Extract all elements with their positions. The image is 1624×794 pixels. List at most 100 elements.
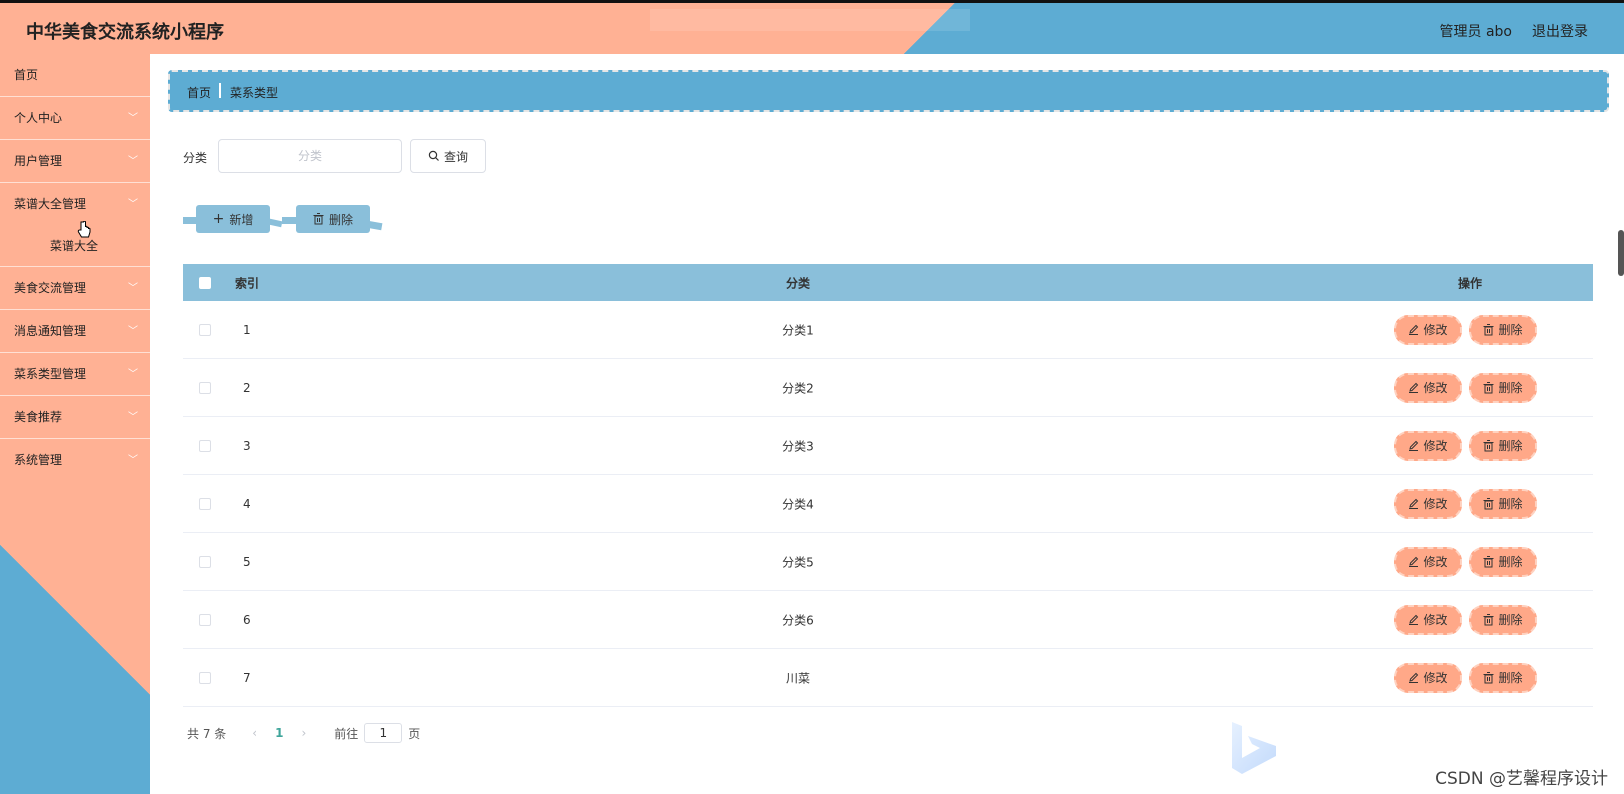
chevron-down-icon: ﹀ [128, 326, 138, 337]
trash-icon [1483, 323, 1494, 335]
sidebar-item-label: 菜系类型管理 [14, 367, 87, 381]
table-row: 6 分类6 修改 删除 [183, 591, 1593, 649]
sidebar-item-label: 用户管理 [14, 154, 63, 168]
page-number[interactable]: 1 [275, 726, 283, 740]
header-decoration [650, 9, 970, 31]
sidebar-item-label: 菜谱大全管理 [14, 197, 87, 211]
table-header: 索引 分类 操作 [183, 264, 1593, 301]
sidebar-item-food-recommend[interactable]: 美食推荐 ﹀ [0, 396, 150, 439]
hand-cursor-icon [77, 221, 91, 238]
delete-button[interactable]: 删除 [1469, 488, 1537, 519]
sidebar-item-label: 美食交流管理 [14, 281, 87, 295]
search-label: 分类 [183, 151, 208, 165]
delete-button-label: 删除 [1498, 555, 1523, 569]
trash-icon [1483, 613, 1494, 625]
pencil-icon [1409, 672, 1419, 683]
pagination-total: 共 7 条 [187, 726, 227, 741]
batch-delete-button[interactable]: 删除 [296, 205, 370, 233]
delete-button[interactable]: 删除 [1469, 372, 1537, 403]
query-button[interactable]: 查询 [410, 139, 486, 173]
delete-button[interactable]: 删除 [1469, 314, 1537, 345]
sidebar-item-cuisine-types[interactable]: 菜系类型管理 ﹀ [0, 353, 150, 396]
logout-link[interactable]: 退出登录 [1532, 21, 1588, 41]
row-category: 分类3 [782, 439, 814, 453]
trash-icon [313, 213, 324, 225]
sidebar-item-home[interactable]: 首页 [0, 54, 150, 97]
sidebar-subitem-recipes[interactable]: 菜谱大全 [0, 226, 150, 267]
sidebar: 首页 个人中心 ﹀ 用户管理 ﹀ 菜谱大全管理 ﹀ 菜谱大全 美食交流管理 ﹀ 消息通知… [0, 54, 150, 794]
trash-icon [1483, 555, 1494, 567]
scrollbar-thumb[interactable] [1618, 230, 1624, 276]
sidebar-item-personal-center[interactable]: 个人中心 ﹀ [0, 97, 150, 140]
pagination: 共 7 条 ‹ 1 › 前往 页 [187, 722, 420, 744]
edit-button-label: 修改 [1423, 323, 1448, 337]
trash-icon [1483, 671, 1494, 683]
edit-button[interactable]: 修改 [1394, 604, 1462, 635]
table-row: 2 分类2 修改 删除 [183, 359, 1593, 417]
sidebar-item-label: 美食推荐 [14, 410, 63, 424]
plus-icon: + [212, 211, 225, 227]
pencil-icon [1409, 382, 1419, 393]
bing-logo-icon [1232, 722, 1276, 774]
sidebar-item-label: 系统管理 [14, 453, 63, 467]
edit-button-label: 修改 [1423, 439, 1448, 453]
pencil-icon [1409, 556, 1419, 567]
table-row: 3 分类3 修改 删除 [183, 417, 1593, 475]
breadcrumb-separator [219, 83, 221, 98]
table-row: 4 分类4 修改 删除 [183, 475, 1593, 533]
delete-button[interactable]: 删除 [1469, 546, 1537, 577]
add-button[interactable]: + 新增 [196, 205, 270, 233]
sidebar-item-label: 首页 [14, 68, 39, 82]
edit-button-label: 修改 [1423, 613, 1448, 627]
delete-button[interactable]: 删除 [1469, 604, 1537, 635]
pencil-icon [1409, 324, 1419, 335]
table-row: 7 川菜 修改 删除 [183, 649, 1593, 707]
page-jump-input[interactable] [364, 723, 403, 743]
chevron-left-icon[interactable]: ‹ [252, 726, 257, 740]
edit-button[interactable]: 修改 [1394, 488, 1462, 519]
pencil-icon [1409, 614, 1419, 625]
edit-button[interactable]: 修改 [1394, 546, 1462, 577]
app-title: 中华美食交流系统小程序 [26, 22, 224, 43]
add-button-label: 新增 [229, 212, 254, 227]
admin-user-label: 管理员 abo [1439, 24, 1512, 40]
chevron-down-icon: ﹀ [128, 455, 138, 466]
pagination-goto-label: 前往 [334, 726, 359, 741]
edit-button[interactable]: 修改 [1394, 314, 1462, 345]
sidebar-item-label: 消息通知管理 [14, 324, 87, 338]
batch-delete-button-label: 删除 [328, 212, 353, 227]
pagination-unit-label: 页 [408, 726, 421, 741]
edit-button-label: 修改 [1423, 555, 1448, 569]
delete-button-label: 删除 [1498, 613, 1523, 627]
breadcrumb-home[interactable]: 首页 [187, 84, 211, 101]
edit-button-label: 修改 [1423, 671, 1448, 685]
delete-button-label: 删除 [1498, 381, 1523, 395]
edit-button[interactable]: 修改 [1394, 662, 1462, 693]
pencil-icon [1409, 498, 1419, 509]
delete-button[interactable]: 删除 [1469, 430, 1537, 461]
edit-button[interactable]: 修改 [1394, 372, 1462, 403]
table-row: 5 分类5 修改 删除 [183, 533, 1593, 591]
category-search-input[interactable] [218, 139, 402, 173]
chevron-right-icon[interactable]: › [301, 726, 306, 740]
chevron-down-icon: ﹀ [128, 283, 138, 294]
chevron-down-icon: ﹀ [128, 369, 138, 380]
category-table: 索引 分类 操作 1 分类1 修改 删除 2 分类2 修改 删除 3 分类3 修改 删除 4 分类4 修改删… [183, 264, 1593, 707]
sidebar-item-food-exchange[interactable]: 美食交流管理 ﹀ [0, 267, 150, 310]
sidebar-item-recipe-management[interactable]: 菜谱大全管理 ﹀ [0, 183, 150, 226]
sidebar-item-notifications[interactable]: 消息通知管理 ﹀ [0, 310, 150, 353]
trash-icon [1483, 497, 1494, 509]
top-header: 中华美食交流系统小程序 管理员 abo 退出登录 [0, 0, 1624, 54]
pencil-icon [1409, 440, 1419, 451]
header-category: 分类 [785, 276, 810, 290]
edit-button[interactable]: 修改 [1394, 430, 1462, 461]
chevron-down-icon: ﹀ [128, 412, 138, 423]
row-category: 分类1 [782, 323, 814, 337]
chevron-down-icon: ﹀ [128, 113, 138, 124]
table-row: 1 分类1 修改 删除 [183, 301, 1593, 359]
edit-button-label: 修改 [1423, 497, 1448, 511]
delete-button[interactable]: 删除 [1469, 662, 1537, 693]
delete-button-label: 删除 [1498, 323, 1523, 337]
sidebar-item-user-management[interactable]: 用户管理 ﹀ [0, 140, 150, 183]
sidebar-item-system[interactable]: 系统管理 ﹀ [0, 439, 150, 482]
